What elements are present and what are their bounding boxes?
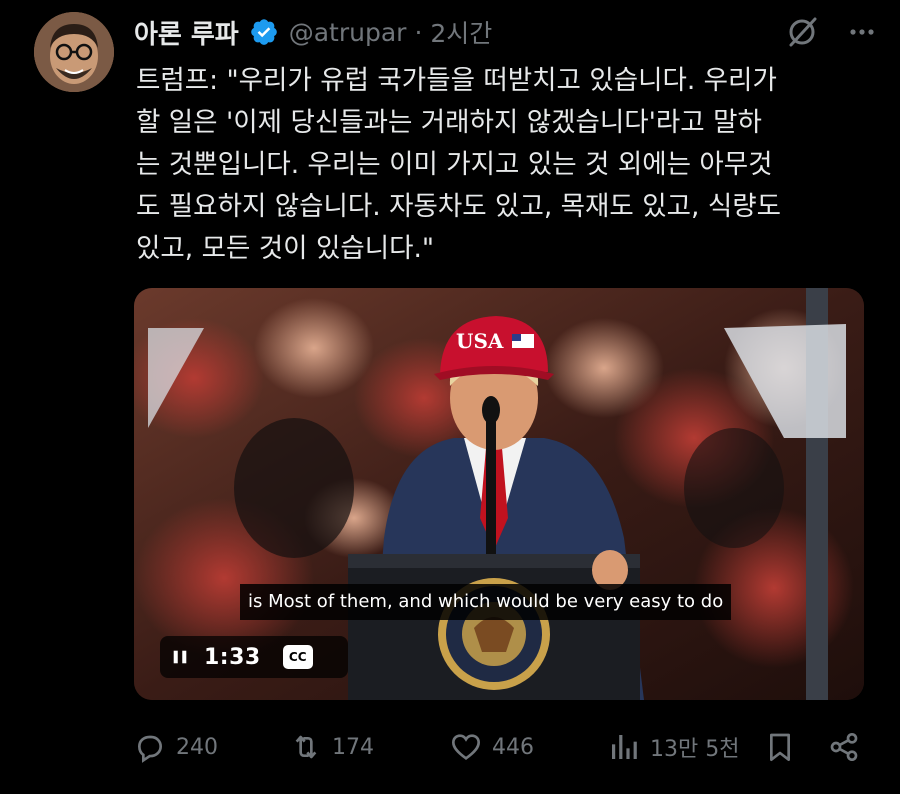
tweet: 아론 루파 @atrupar · 2시간 트럼프: "우리가 유럽 국가들을 떠…: [0, 0, 900, 794]
share-icon: [830, 733, 858, 761]
bookmark-icon: [770, 733, 790, 761]
tweet-text: 트럼프: "우리가 유럽 국가들을 떠받치고 있습니다. 우리가 할 일은 '이…: [136, 65, 781, 264]
retweet-button[interactable]: 174: [290, 731, 374, 763]
views-count: 13만 5천: [650, 737, 740, 762]
grok-icon[interactable]: [784, 14, 820, 50]
bookmark-button[interactable]: [764, 731, 796, 763]
avatar[interactable]: [34, 12, 114, 92]
video-caption: is Most of them, and which would be very…: [240, 584, 732, 620]
pause-icon[interactable]: [170, 647, 190, 667]
like-icon: [451, 734, 481, 760]
avatar-image: [34, 12, 114, 92]
retweet-icon: [295, 735, 317, 759]
views-icon: [612, 735, 637, 759]
post-time[interactable]: 2시간: [430, 14, 492, 50]
hat-text: USA: [456, 329, 504, 353]
reply-count: 240: [176, 734, 218, 760]
views-button[interactable]: 13만 5천: [608, 731, 739, 763]
author-name[interactable]: 아론 루파: [134, 14, 239, 51]
video-player[interactable]: USA is Most of them, and which would be …: [134, 288, 864, 700]
header-actions: [784, 14, 880, 50]
verified-badge-icon: [249, 17, 279, 47]
reply-button[interactable]: 240: [134, 731, 218, 763]
video-controls: 1:33 CC: [160, 636, 348, 678]
action-bar: 240 174 446 13만 5천: [134, 724, 874, 770]
share-button[interactable]: [828, 731, 860, 763]
author-handle[interactable]: @atrupar: [289, 18, 407, 47]
retweet-count: 174: [332, 734, 374, 760]
closed-captions-icon[interactable]: CC: [282, 645, 313, 669]
separator-dot: ·: [414, 17, 423, 47]
video-time: 1:33: [204, 644, 261, 670]
more-icon[interactable]: [844, 14, 880, 50]
reply-icon: [137, 735, 163, 763]
like-count: 446: [492, 734, 534, 760]
tweet-header: 아론 루파 @atrupar · 2시간: [134, 12, 880, 52]
like-button[interactable]: 446: [450, 731, 534, 763]
